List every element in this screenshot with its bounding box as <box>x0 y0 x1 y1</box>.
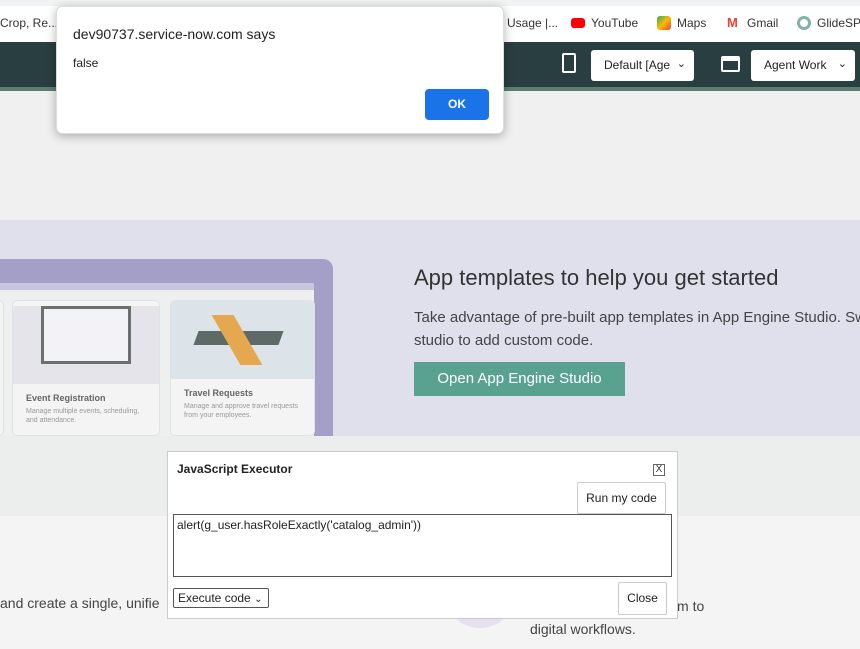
executor-title: JavaScript Executor <box>177 462 293 476</box>
mode-select[interactable]: Execute code ⌄ <box>173 588 269 608</box>
monitor-image <box>41 306 131 364</box>
section-text: Take advantage of pre-built app template… <box>414 306 860 352</box>
chevron-down-icon: ⌄ <box>676 58 686 70</box>
bookmark-label: Maps <box>677 16 707 30</box>
scope-select[interactable]: Default [Age ⌄ <box>591 50 694 81</box>
bookmark-label: YouTube <box>591 16 639 30</box>
chevron-down-icon: ⌄ <box>254 594 263 605</box>
gmail-icon: M <box>727 15 738 30</box>
alert-message: false <box>73 56 99 70</box>
bookmark-maps[interactable]: Maps <box>657 16 706 30</box>
card-desc: Manage and approve travel requests from … <box>184 403 299 419</box>
close-button[interactable]: Close <box>618 582 667 615</box>
lower-text-left: and create a single, unifie <box>0 595 160 611</box>
maps-icon <box>657 16 671 30</box>
bookmark-label: Crop, Re... <box>0 16 59 30</box>
bookmark-usage[interactable]: Usage |... <box>507 16 558 30</box>
alert-title: dev90737.service-now.com says <box>73 26 276 42</box>
template-card-partial <box>0 300 4 436</box>
chevron-down-icon: ⌄ <box>837 58 847 70</box>
workspace-icon[interactable] <box>721 56 740 72</box>
workspace-value: Agent Work <box>764 58 827 72</box>
workspace-select[interactable]: Agent Work ⌄ <box>751 50 855 81</box>
javascript-executor-dialog: JavaScript Executor X Run my code alert(… <box>167 451 678 619</box>
ok-button[interactable]: OK <box>425 89 489 120</box>
close-icon[interactable]: X <box>653 464 665 476</box>
travel-illustration <box>171 301 314 379</box>
bookmark-label: Gmail <box>747 16 779 30</box>
bookmark-label: Usage |... <box>507 16 559 30</box>
code-input[interactable]: alert(g_user.hasRoleExactly('catalog_adm… <box>173 514 672 577</box>
bookmark-youtube[interactable]: YouTube <box>571 16 638 30</box>
youtube-icon <box>571 18 585 28</box>
card-title: Travel Requests <box>184 388 254 398</box>
bookmark-crop[interactable]: Crop, Re... <box>0 16 58 30</box>
template-card-travel: Travel Requests Manage and approve trave… <box>170 300 315 436</box>
section-text-line: Take advantage of pre-built app template… <box>414 309 860 326</box>
card-title: Event Registration <box>26 393 106 403</box>
lower-text-line: digital workflows. <box>530 621 636 637</box>
section-title: App templates to help you get started <box>414 265 779 290</box>
event-illustration <box>13 306 159 384</box>
scope-icon[interactable] <box>562 53 576 73</box>
bookmark-gmail[interactable]: M Gmail <box>727 15 779 31</box>
card-desc: Manage multiple events, scheduling, and … <box>26 408 140 424</box>
scope-value: Default [Age <box>604 58 671 72</box>
section-text-line: studio to add custom code. <box>414 332 594 349</box>
run-my-code-button[interactable]: Run my code <box>577 482 666 514</box>
template-card-event: Event Registration Manage multiple event… <box>12 300 160 436</box>
bookmark-glide[interactable]: GlideSP <box>797 16 860 30</box>
bookmark-label: GlideSP <box>817 16 860 30</box>
alert-dialog: dev90737.service-now.com says false OK <box>56 6 504 134</box>
mode-value: Execute code <box>178 591 251 605</box>
glide-icon <box>797 16 811 30</box>
open-app-engine-studio-button[interactable]: Open App Engine Studio <box>414 362 625 396</box>
